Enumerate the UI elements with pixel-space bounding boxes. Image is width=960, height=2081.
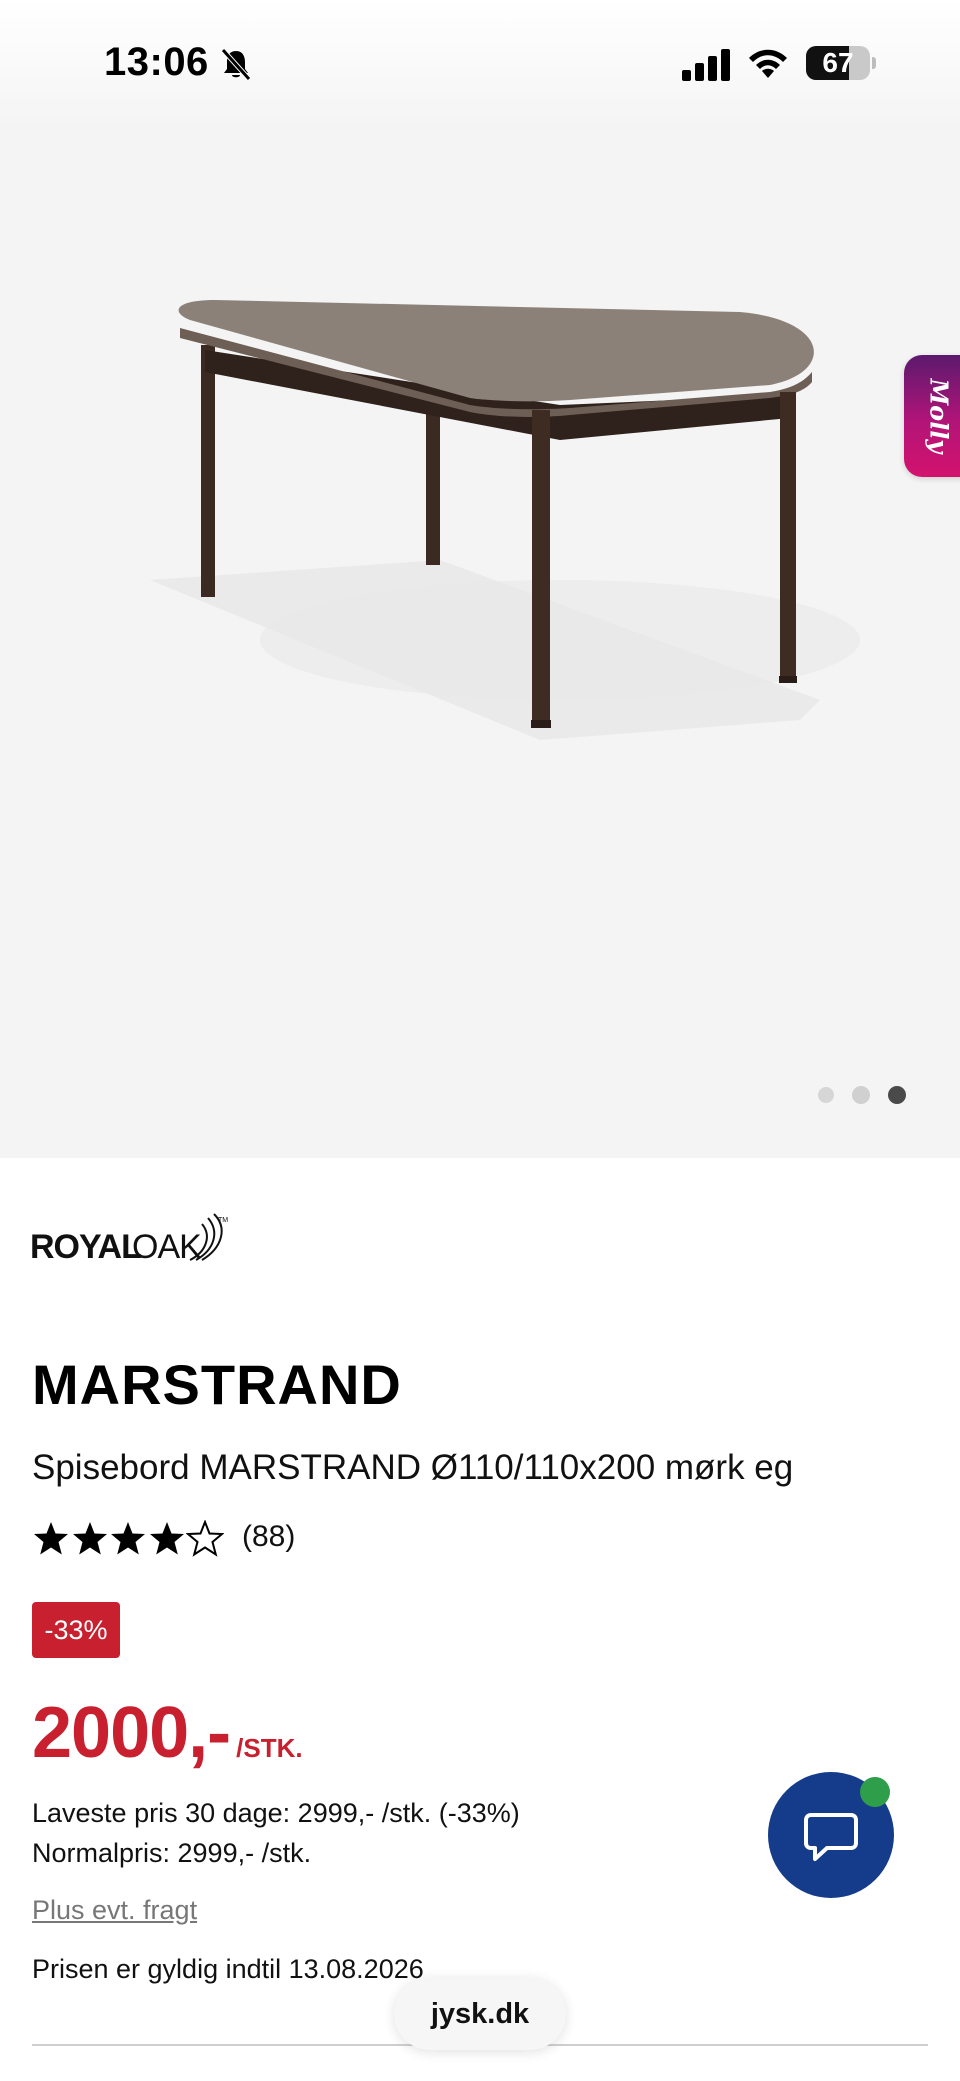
molly-label: Molly	[924, 378, 954, 454]
carousel-dot[interactable]	[852, 1086, 870, 1104]
product-title: MARSTRAND	[32, 1353, 402, 1416]
wifi-icon	[749, 49, 787, 78]
online-status-dot	[860, 1777, 890, 1807]
star-filled-icon	[149, 1522, 184, 1555]
star-filled-icon	[34, 1522, 68, 1555]
url-bar[interactable]: jysk.dk	[394, 1978, 566, 2050]
royal-oak-logo: ROYAL OAK TM	[30, 1213, 228, 1266]
discount-badge: -33%	[32, 1602, 120, 1658]
status-time: 13:06	[104, 40, 209, 84]
bell-slash-icon	[221, 48, 251, 81]
battery-tip	[872, 57, 876, 69]
carousel-dot-active[interactable]	[888, 1086, 906, 1104]
normal-price: Normalpris: 2999,- /stk.	[32, 1838, 312, 1868]
price-value: 2000,-	[32, 1693, 231, 1773]
svg-text:OAK: OAK	[132, 1228, 202, 1266]
star-filled-icon	[111, 1522, 145, 1555]
chat-bubble-icon	[804, 1813, 858, 1861]
cellular-signal-icon	[682, 49, 730, 81]
carousel-dot[interactable]	[818, 1087, 834, 1103]
status-bar: 13:06 67	[0, 0, 960, 130]
product-subtitle: Spisebord MARSTRAND Ø110/110x200 mørk eg	[32, 1448, 794, 1487]
review-count[interactable]: (88)	[242, 1520, 295, 1554]
svg-text:ROYAL: ROYAL	[30, 1228, 141, 1266]
product-image-gallery[interactable]: Molly	[0, 0, 960, 1158]
battery-icon: 67	[806, 46, 870, 80]
price-unit: /STK.	[236, 1733, 303, 1763]
price: 2000,-/STK.	[32, 1692, 303, 1773]
lowest-price-30-days: Laveste pris 30 dage: 2999,- /stk. (-33%…	[32, 1798, 520, 1828]
freight-link[interactable]: Plus evt. fragt	[32, 1895, 197, 1926]
molly-assistant-tab[interactable]: Molly	[904, 355, 960, 477]
dining-table-image	[150, 300, 860, 740]
star-filled-icon	[72, 1522, 107, 1555]
svg-text:TM: TM	[218, 1217, 228, 1224]
price-valid-until: Prisen er gyldig indtil 13.08.2026	[32, 1954, 424, 1984]
star-empty-icon	[186, 1520, 224, 1557]
battery-level: 67	[822, 47, 854, 78]
